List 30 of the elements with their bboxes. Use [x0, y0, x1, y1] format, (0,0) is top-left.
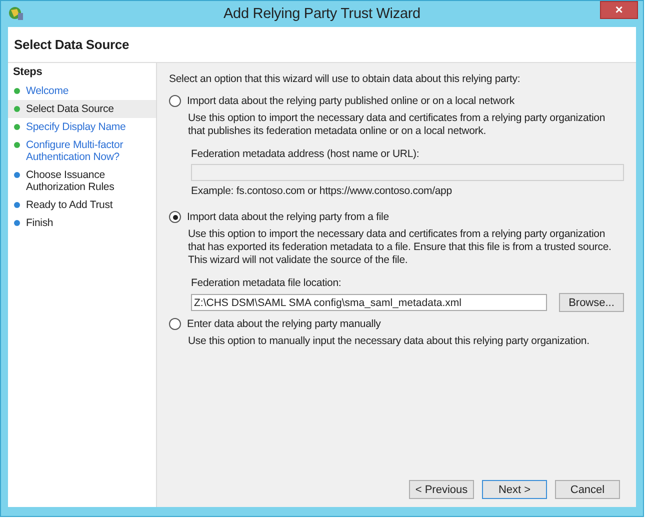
radio-button[interactable] [169, 95, 181, 107]
option-label: Enter data about the relying party manually [187, 318, 381, 330]
field-label: Federation metadata address (host name or URL): [190, 148, 420, 160]
step-item[interactable]: Choose Issuance Authorization Rules [8, 166, 156, 196]
example-text: Example: fs.contoso.com or https://www.contoso.com/app [190, 185, 453, 197]
wizard-button[interactable]: Cancel [555, 480, 620, 499]
option-description: Use this option to import the necessary data and certificates from a relying party organization that has exported its federation metadata to a file. Ensure that this file is from a trusted source. This wizard will not validate the source of the file. [188, 228, 612, 267]
step-item[interactable]: Select Data Source [8, 100, 156, 118]
option-description: Use this option to import the necessary data and certificates from a relying party organization that publishes its federation metadata online or on a local network. [188, 112, 606, 138]
option-label: Import data about the relying party from a file [187, 211, 389, 223]
step-item[interactable]: Configure Multi-factor Authentication Now? [8, 136, 156, 166]
step-item[interactable]: Specify Display Name [8, 118, 156, 136]
option-label: Import data about the relying party published online or on a local network [187, 95, 514, 107]
wizard-button[interactable]: < Previous [409, 480, 474, 499]
input-field[interactable]: Z:\CHS DSM\SAML SMA config\sma_saml_metadata.xml [191, 294, 547, 311]
step-item[interactable]: Finish [8, 214, 156, 232]
browse-button[interactable]: Browse... [559, 293, 624, 312]
instruction-text: Select an option that this wizard will use to obtain data about this relying party: [169, 73, 522, 85]
close-button[interactable]: × [600, 1, 638, 19]
steps-heading: Steps [12, 66, 44, 80]
radio-button[interactable] [169, 211, 181, 223]
field-label: Federation metadata file location: [190, 277, 342, 289]
option-description: Use this option to manually input the necessary data about this relying party organization. [188, 335, 590, 348]
wizard-button[interactable]: Next > [482, 480, 547, 499]
step-item[interactable]: Welcome [8, 82, 156, 100]
window-title: Add Relying Party Trust Wizard [224, 6, 420, 22]
page-title: Select Data Source [14, 37, 130, 52]
app-icon [8, 5, 24, 21]
radio-button[interactable] [169, 318, 181, 330]
step-item[interactable]: Ready to Add Trust [8, 196, 156, 214]
